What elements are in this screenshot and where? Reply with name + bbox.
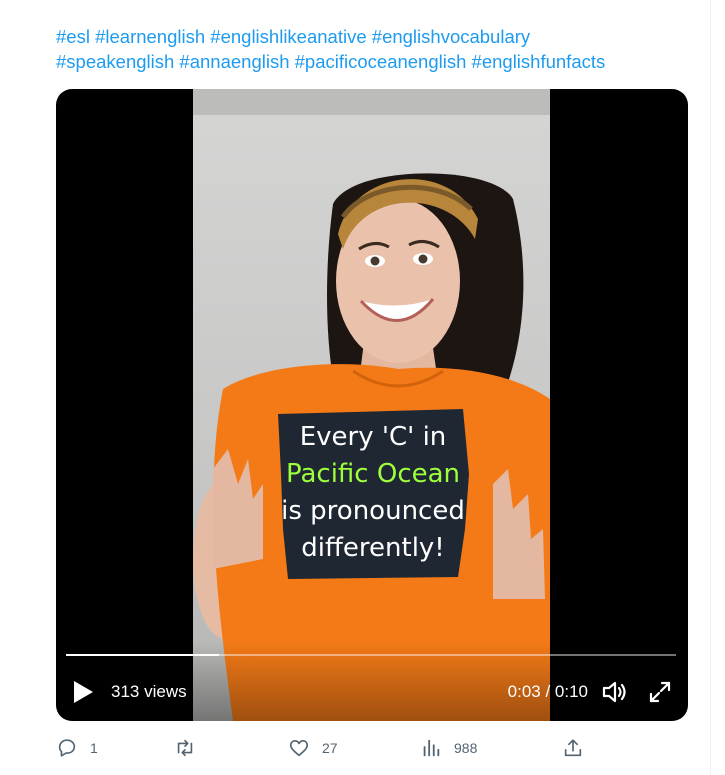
share-icon: [564, 739, 582, 757]
volume-icon: [602, 681, 626, 703]
hashtag-link[interactable]: #annaenglish: [179, 51, 289, 72]
play-button[interactable]: [72, 680, 94, 704]
caption-line: is pronounced: [281, 496, 465, 526]
retweet-icon: [177, 739, 193, 757]
caption-line-highlight: Pacific Ocean: [286, 459, 460, 489]
play-icon: [74, 681, 93, 703]
progress-track[interactable]: [66, 654, 676, 656]
retweet-button[interactable]: [174, 737, 196, 759]
like-button[interactable]: 27: [288, 737, 338, 759]
volume-button[interactable]: [602, 680, 628, 704]
hashtag-link[interactable]: #englishvocabulary: [372, 26, 530, 47]
reply-icon: [58, 739, 76, 757]
analytics-icon: [423, 739, 440, 757]
reply-button[interactable]: 1: [56, 737, 98, 759]
hashtag-link[interactable]: #esl: [56, 26, 90, 47]
hashtag-link[interactable]: #speakenglish: [56, 51, 174, 72]
share-button[interactable]: [562, 737, 584, 759]
progress-fill: [66, 654, 219, 656]
video-player[interactable]: Every 'C' in Pacific Ocean is pronounced…: [56, 89, 688, 721]
tweet-hashtags: #esl #learnenglish #englishlikeanative #…: [56, 24, 696, 74]
fullscreen-button[interactable]: [648, 680, 672, 704]
caption-line: Every 'C' in: [300, 422, 447, 452]
view-count: 313 views: [111, 682, 187, 701]
tweet-actions: 1 27 988: [56, 737, 696, 765]
like-icon: [289, 740, 309, 757]
fullscreen-icon: [649, 681, 671, 703]
hashtag-link[interactable]: #englishfunfacts: [472, 51, 606, 72]
hashtag-link[interactable]: #englishlikeanative: [210, 26, 366, 47]
like-count: 27: [322, 740, 338, 756]
video-frame[interactable]: Every 'C' in Pacific Ocean is pronounced…: [193, 89, 550, 721]
player-controls: [56, 641, 688, 721]
hashtag-link[interactable]: #learnenglish: [95, 26, 205, 47]
caption-line: differently!: [301, 533, 444, 563]
playback-time: 0:03 / 0:10: [507, 682, 588, 701]
analytics-button[interactable]: 988: [420, 737, 477, 759]
presenter-illustration: Every 'C' in Pacific Ocean is pronounced…: [193, 173, 550, 721]
views-count: 988: [454, 740, 478, 756]
reply-count: 1: [90, 740, 98, 756]
timeline-border: [710, 0, 711, 775]
hashtag-link[interactable]: #pacificoceanenglish: [295, 51, 467, 72]
